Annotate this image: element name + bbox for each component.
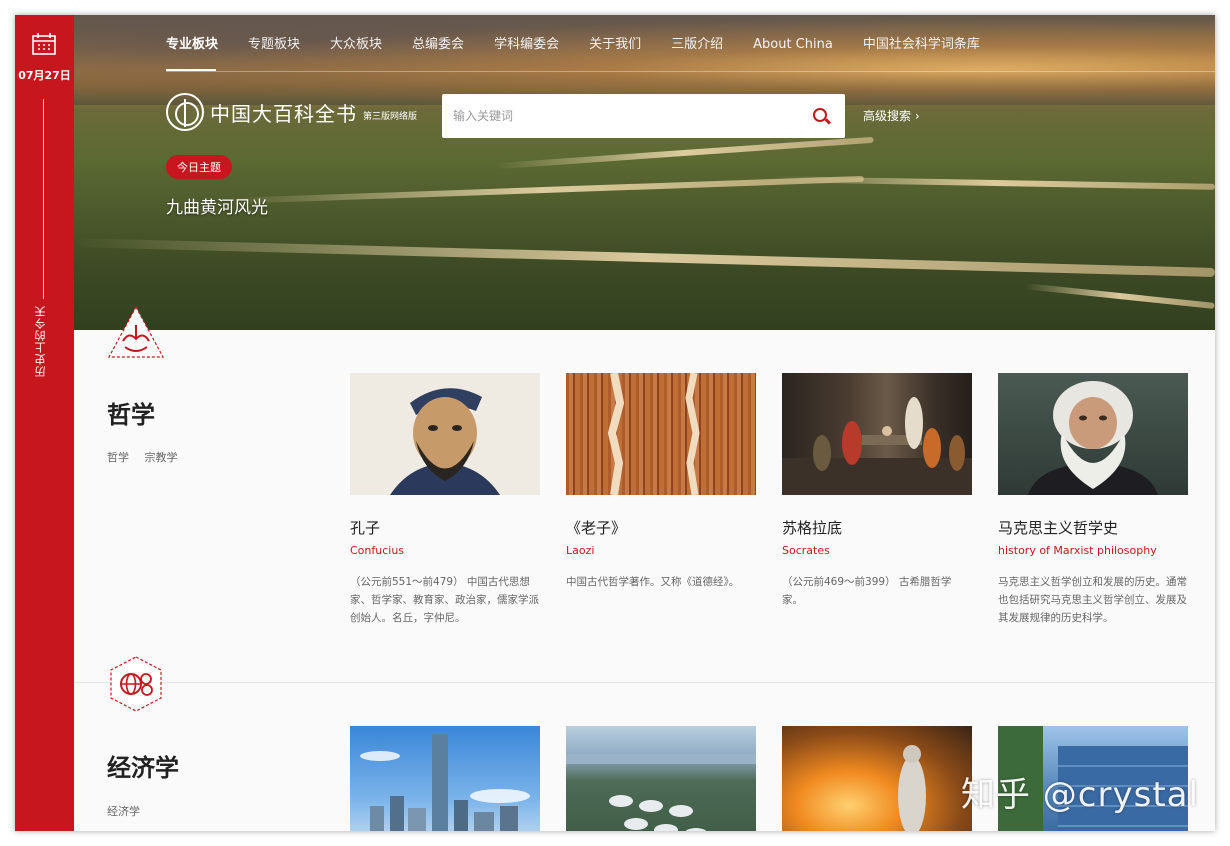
- section-tags: 经济学: [107, 803, 152, 819]
- today-topic-badge: 今日主题: [166, 155, 232, 179]
- tag-religion[interactable]: 宗教学: [145, 451, 178, 464]
- today-topic-title[interactable]: 九曲黄河风光: [166, 193, 268, 218]
- section-title: 哲学: [107, 401, 155, 429]
- entry-title[interactable]: 孔子: [350, 517, 540, 538]
- philosophy-icon: [107, 305, 165, 358]
- nav-rule: [166, 71, 1215, 72]
- entry-english: Laozi: [566, 544, 595, 557]
- search-box: [442, 94, 845, 138]
- entry-card[interactable]: [782, 726, 972, 831]
- rail-date: 07月27日: [18, 69, 71, 82]
- entry-card[interactable]: 孔子 Confucius （公元前551～前479） 中国古代思想家、哲学家、教…: [350, 373, 540, 627]
- marx-portrait-image[interactable]: [998, 373, 1188, 495]
- hero-banner: 专业板块 专题板块 大众板块 总编委会 学科编委会 关于我们 三版介绍 Abou…: [74, 15, 1215, 330]
- browser-page: 07月27日 历史上的今天 专业板块 专题板块 大众板块 总编委会 学科编委会 …: [15, 15, 1215, 831]
- entry-title[interactable]: 《老子》: [566, 517, 756, 538]
- entry-title[interactable]: 马克思主义哲学史: [998, 517, 1188, 538]
- oil-tanks-image[interactable]: [566, 726, 756, 831]
- nav-item-about[interactable]: 关于我们: [589, 37, 641, 61]
- river-bend: [773, 176, 1215, 190]
- rail-label: 历史上的今天: [34, 305, 47, 377]
- river-bend: [494, 136, 874, 170]
- river-bend: [224, 175, 864, 205]
- entry-description: 马克思主义哲学创立和发展的历史。通常也包括研究马克思主义哲学创立、发展及其发展规…: [998, 576, 1187, 624]
- nav-item-about-china[interactable]: About China: [753, 37, 833, 61]
- nav-item-public[interactable]: 大众板块: [330, 37, 382, 61]
- steel-mill-image[interactable]: [782, 726, 972, 831]
- nav-item-professional[interactable]: 专业板块: [166, 37, 218, 61]
- entry-card[interactable]: [566, 726, 756, 831]
- river-bend: [74, 238, 1215, 277]
- socrates-painting-image[interactable]: [782, 373, 972, 495]
- entry-english: history of Marxist philosophy: [998, 544, 1157, 557]
- entry-description: 中国古代哲学著作。又称《道德经》。: [566, 576, 740, 588]
- entry-title[interactable]: 苏格拉底: [782, 517, 972, 538]
- zhihu-watermark: 知乎 @crystal: [961, 775, 1199, 815]
- entry-description: （公元前551～前479） 中国古代思想家、哲学家、教育家、政治家，儒家学派创始…: [350, 576, 539, 624]
- history-today-rail[interactable]: 07月27日 历史上的今天: [15, 15, 74, 831]
- nav-item-topics[interactable]: 专题板块: [248, 37, 300, 61]
- section-title: 经济学: [107, 754, 179, 782]
- section-philosophy: 哲学 哲学 宗教学 孔子 Confucius （公元前551～前479） 中国古: [74, 305, 1215, 682]
- city-skyline-image[interactable]: [350, 726, 540, 831]
- nav-item-editorial-board[interactable]: 总编委会: [412, 37, 464, 61]
- site-logo[interactable]: 中国大百科全书 第三版网络版: [166, 93, 417, 131]
- nav-item-third-edition[interactable]: 三版介绍: [671, 37, 723, 61]
- section-tags: 哲学 宗教学: [107, 449, 190, 465]
- logo-name: 中国大百科全书: [210, 101, 357, 126]
- search-icon[interactable]: [813, 108, 827, 122]
- tag-philosophy[interactable]: 哲学: [107, 451, 129, 464]
- nav-item-discipline-board[interactable]: 学科编委会: [494, 37, 559, 61]
- advanced-search-link[interactable]: 高级搜索 ›: [863, 107, 920, 124]
- economics-icon: [110, 656, 162, 712]
- laozi-manuscript-image[interactable]: [566, 373, 756, 495]
- logo-seal-icon: [166, 93, 204, 131]
- entry-card[interactable]: [350, 726, 540, 831]
- calendar-icon: [32, 33, 56, 55]
- entry-card[interactable]: 《老子》 Laozi 中国古代哲学著作。又称《道德经》。: [566, 373, 756, 591]
- confucius-image[interactable]: [350, 373, 540, 495]
- entry-description: （公元前469～前399） 古希腊哲学家。: [782, 576, 952, 606]
- tag-economics[interactable]: 经济学: [107, 805, 140, 818]
- entry-english: Socrates: [782, 544, 830, 557]
- rail-divider: [43, 99, 44, 299]
- main-nav: 专业板块 专题板块 大众板块 总编委会 学科编委会 关于我们 三版介绍 Abou…: [166, 37, 1010, 61]
- logo-subtitle: 第三版网络版: [363, 111, 418, 122]
- search-input[interactable]: [442, 94, 802, 138]
- nav-item-social-science-terms[interactable]: 中国社会科学词条库: [863, 37, 980, 61]
- entry-card[interactable]: 苏格拉底 Socrates （公元前469～前399） 古希腊哲学家。: [782, 373, 972, 609]
- entry-english: Confucius: [350, 544, 405, 557]
- nav-active-underline: [166, 69, 216, 71]
- entry-card[interactable]: 马克思主义哲学史 history of Marxist philosophy 马…: [998, 373, 1188, 627]
